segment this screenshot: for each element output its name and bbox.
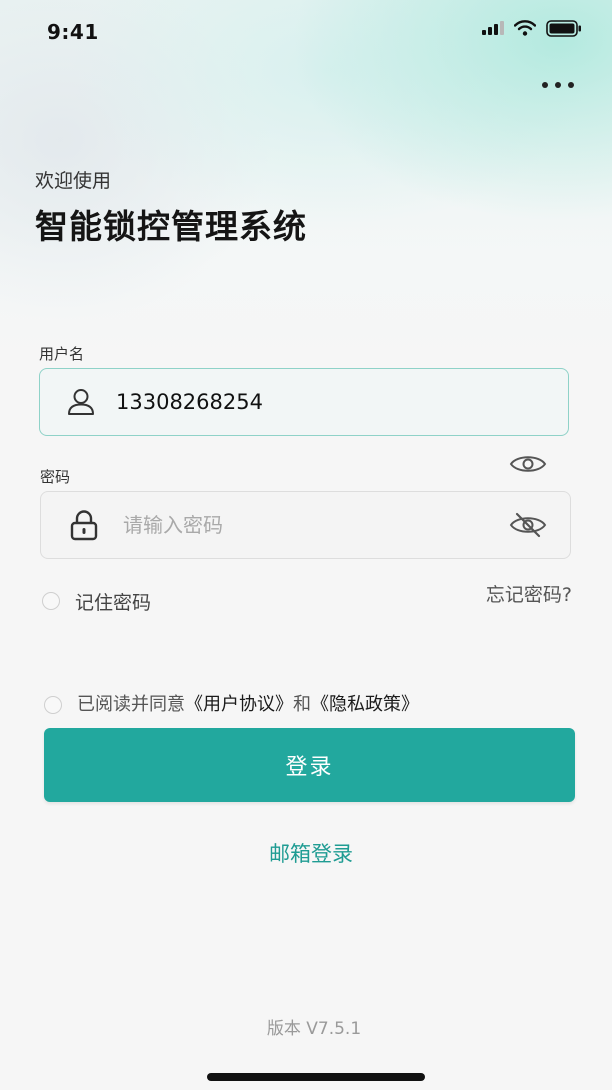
username-field[interactable] — [39, 368, 569, 436]
user-icon — [64, 385, 98, 419]
version-text: 版本 V7.5.1 — [266, 1019, 362, 1039]
lock-icon — [67, 508, 101, 542]
battery-icon — [546, 19, 581, 37]
more-button[interactable] — [538, 72, 578, 98]
login-screen: 9:41 欢迎使用 智能锁控管理系统 用户名 13308268254 密码 记住… — [0, 0, 612, 1090]
user-agreement-link[interactable]: 《用户协议》 — [185, 694, 293, 715]
remember-password-label[interactable]: 记住密码 — [75, 588, 151, 615]
password-input[interactable] — [123, 492, 508, 558]
wifi-icon — [514, 20, 536, 36]
app-title: 智能锁控管理系统 — [35, 207, 307, 246]
login-button[interactable]: 登录 — [44, 728, 575, 802]
home-indicator[interactable] — [207, 1073, 425, 1081]
agreement-text: 已阅读并同意《用户协议》和《隐私政策》 — [77, 690, 419, 716]
password-field[interactable] — [40, 491, 571, 559]
remember-password-radio[interactable] — [42, 592, 60, 610]
eye-icon[interactable] — [508, 449, 548, 479]
eye-off-icon[interactable] — [508, 510, 548, 540]
privacy-policy-link[interactable]: 《隐私政策》 — [311, 694, 419, 715]
status-time: 9:41 — [47, 20, 99, 44]
agreement-radio[interactable] — [44, 696, 62, 714]
status-bar: 9:41 — [0, 0, 612, 64]
agreement-prefix: 已阅读并同意 — [77, 694, 185, 715]
signal-icon — [482, 21, 504, 35]
forgot-password-link[interactable]: 忘记密码? — [486, 580, 572, 607]
more-horizontal-icon — [542, 82, 574, 88]
username-input[interactable] — [116, 369, 568, 435]
password-label: 密码 — [40, 468, 71, 486]
email-login-link[interactable]: 邮箱登录 — [0, 838, 612, 868]
status-icons — [482, 19, 582, 37]
username-label: 用户名 — [39, 345, 85, 363]
welcome-text: 欢迎使用 — [35, 170, 112, 192]
agreement-conjunction: 和 — [293, 694, 311, 715]
